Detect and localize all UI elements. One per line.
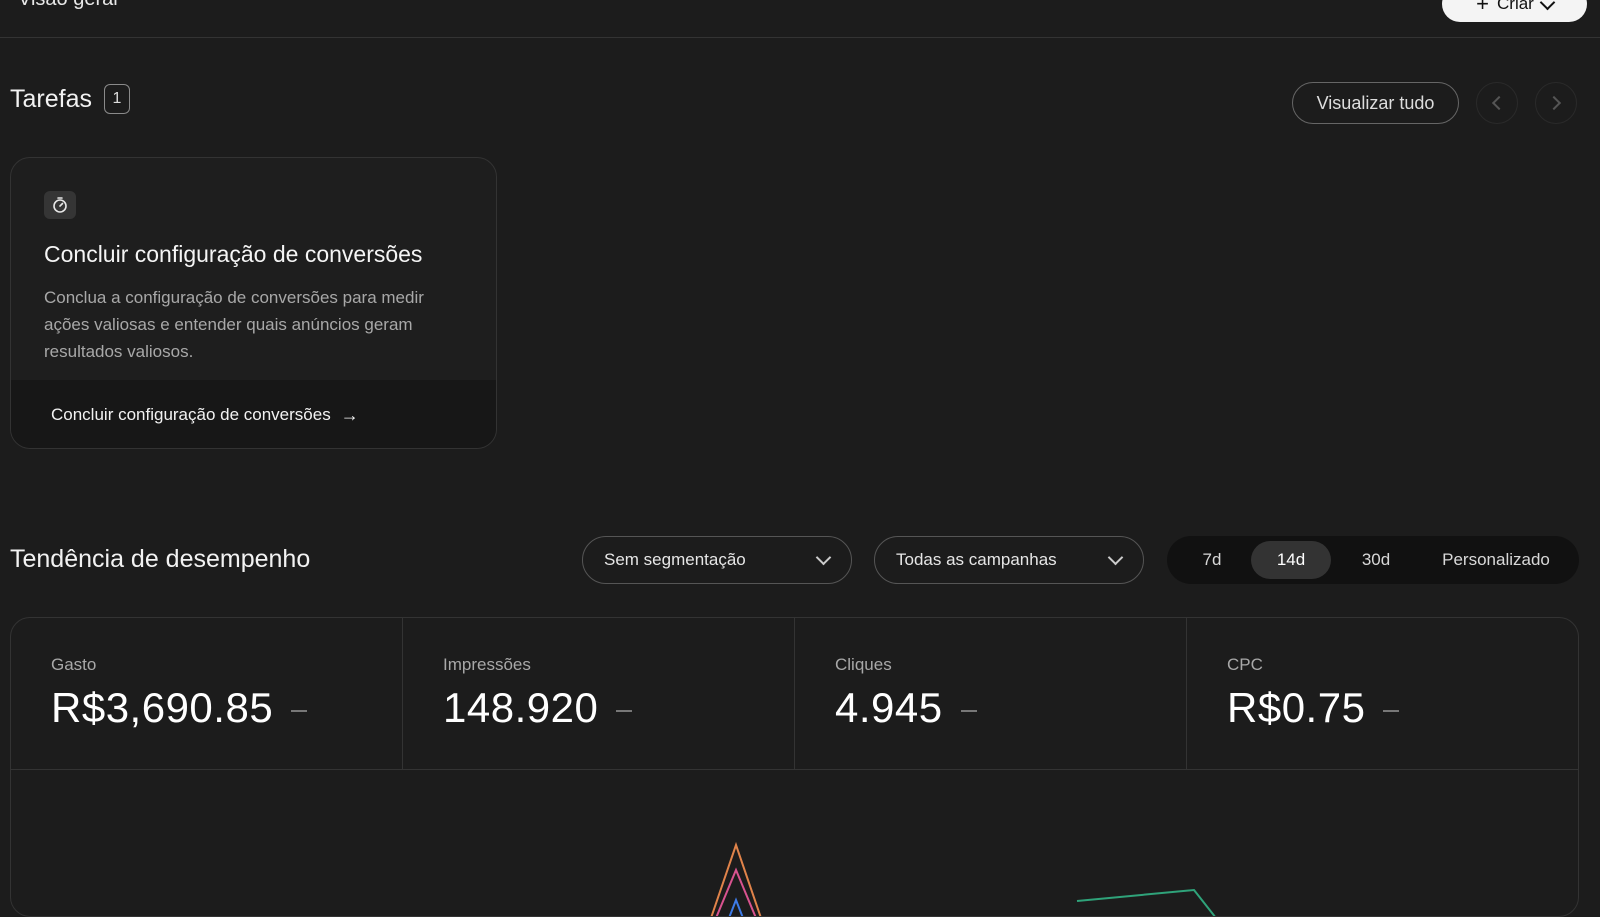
trend-chart (11, 770, 1578, 916)
metric-value: 4.945 (835, 684, 977, 732)
series-line-green (1076, 888, 1216, 916)
metric-value: R$3,690.85 (51, 684, 308, 732)
metric-value-text: 4.945 (835, 684, 943, 731)
metric-label: Cliques (835, 655, 892, 674)
chevron-right-icon (1546, 95, 1562, 111)
trend-dash (960, 709, 977, 712)
segmentation-dropdown[interactable]: Sem segmentação (582, 536, 852, 584)
range-14d[interactable]: 14d (1251, 541, 1331, 579)
task-card-title: Concluir configuração de conversões (44, 241, 423, 267)
metrics-card: Gasto R$3,690.85 Impressões 148.920 Cliq… (10, 617, 1579, 917)
page-title: Visão geral (18, 0, 118, 11)
trend-dash (1383, 709, 1400, 712)
segmentation-value: Sem segmentação (604, 550, 746, 569)
metric-spend[interactable]: Gasto R$3,690.85 (11, 618, 403, 769)
metric-value: R$0.75 (1227, 684, 1400, 732)
tasks-title: Tarefas (10, 84, 92, 113)
next-button[interactable] (1535, 82, 1577, 124)
series-line-blue (728, 897, 744, 916)
metric-value-text: 148.920 (443, 684, 599, 731)
stopwatch-icon (44, 191, 76, 219)
metric-value: 148.920 (443, 684, 633, 732)
task-card-description: Conclua a configuração de conversões par… (44, 288, 424, 361)
chevron-down-icon (1107, 549, 1124, 566)
metric-value-text: R$0.75 (1227, 684, 1366, 731)
range-30d[interactable]: 30d (1331, 541, 1421, 579)
arrow-right-icon: → (340, 404, 359, 425)
metric-impressions[interactable]: Impressões 148.920 (403, 618, 795, 769)
view-all-button[interactable]: Visualizar tudo (1292, 82, 1459, 124)
create-button[interactable]: + Criar (1442, 0, 1587, 22)
tasks-header: Tarefas 1 (10, 84, 130, 114)
series-line-orange (710, 841, 762, 916)
series-line-pink (715, 867, 757, 916)
performance-title: Tendência de desempenho (10, 545, 311, 573)
task-card-action-label: Concluir configuração de conversões (51, 405, 331, 424)
metric-label: Gasto (51, 655, 97, 674)
metric-label: CPC (1227, 655, 1263, 674)
previous-button[interactable] (1476, 82, 1518, 124)
metric-label: Impressões (443, 655, 531, 674)
task-card: Concluir configuração de conversões Conc… (10, 157, 497, 449)
date-range-selector: 7d 14d 30d Personalizado (1167, 536, 1579, 584)
campaigns-value: Todas as campanhas (896, 550, 1057, 569)
trend-dash (291, 709, 308, 712)
chevron-down-icon (815, 549, 832, 566)
metrics-row: Gasto R$3,690.85 Impressões 148.920 Cliq… (11, 618, 1578, 770)
performance-header: Tendência de desempenho (10, 545, 310, 574)
metric-cpc[interactable]: CPC R$0.75 (1187, 618, 1578, 769)
range-7d[interactable]: 7d (1173, 541, 1251, 579)
trend-dash (616, 709, 633, 712)
campaigns-dropdown[interactable]: Todas as campanhas (874, 536, 1144, 584)
metric-value-text: R$3,690.85 (51, 684, 274, 731)
plus-icon: + (1476, 0, 1489, 16)
metric-clicks[interactable]: Cliques 4.945 (795, 618, 1187, 769)
create-button-label: Criar (1497, 0, 1534, 13)
chevron-down-icon (1539, 0, 1556, 10)
tasks-count-badge: 1 (103, 84, 130, 114)
chevron-left-icon (1491, 95, 1507, 111)
range-custom[interactable]: Personalizado (1421, 541, 1571, 579)
top-bar: Visão geral + Criar (0, 0, 1600, 38)
task-card-action[interactable]: Concluir configuração de conversões → (11, 380, 496, 448)
